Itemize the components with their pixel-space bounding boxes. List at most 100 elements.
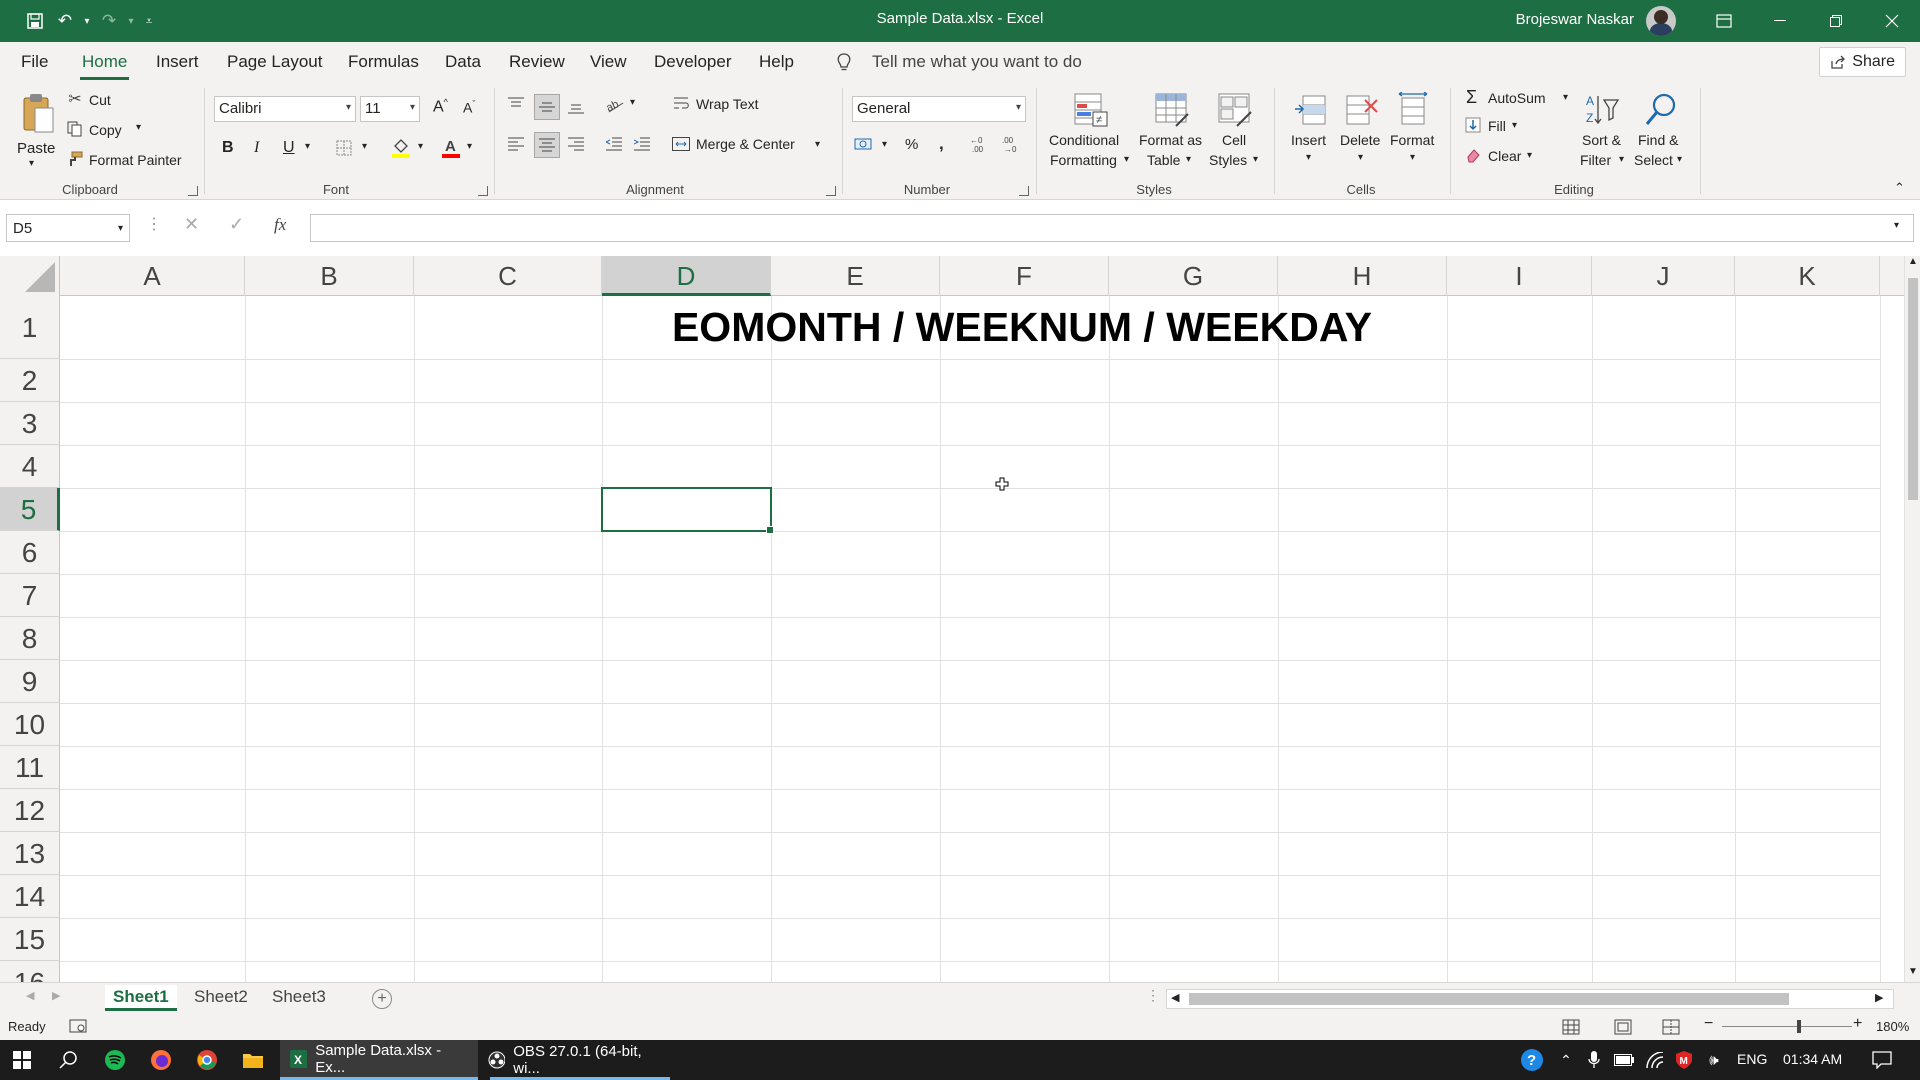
firefox-icon[interactable] bbox=[147, 1046, 175, 1074]
fill-color-icon[interactable] bbox=[390, 136, 412, 160]
zoom-level[interactable]: 180% bbox=[1876, 1019, 1909, 1034]
cut-icon[interactable]: ✂ bbox=[66, 90, 84, 108]
align-right-icon[interactable] bbox=[566, 134, 586, 154]
taskbar-obs-button[interactable]: OBS 27.0.1 (64-bit, wi... bbox=[478, 1040, 676, 1080]
delete-cells-label[interactable]: Delete bbox=[1340, 132, 1380, 148]
horizontal-scrollbar[interactable]: ◀ ▶ bbox=[1166, 989, 1894, 1009]
more-options-icon[interactable]: ⋮ bbox=[146, 214, 162, 234]
row-header-6[interactable]: 6 bbox=[0, 531, 60, 574]
vertical-scroll-thumb[interactable] bbox=[1908, 278, 1918, 500]
format-as-table-icon[interactable] bbox=[1152, 90, 1192, 130]
insert-function-icon[interactable]: fx bbox=[274, 215, 286, 235]
row-header-11[interactable]: 11 bbox=[0, 746, 60, 789]
font-color-dropdown-icon[interactable]: ▾ bbox=[467, 141, 472, 152]
orientation-dropdown-icon[interactable]: ▾ bbox=[630, 97, 635, 108]
wifi-icon[interactable] bbox=[1640, 1046, 1668, 1074]
share-button[interactable]: Share bbox=[1819, 47, 1906, 77]
format-as-table-dropdown-icon[interactable]: ▾ bbox=[1186, 154, 1191, 165]
column-header-j[interactable]: J bbox=[1592, 256, 1735, 296]
format-cells-label[interactable]: Format bbox=[1390, 132, 1434, 148]
column-header-h[interactable]: H bbox=[1278, 256, 1447, 296]
cell-styles-icon[interactable] bbox=[1215, 90, 1255, 130]
cell-d1-title[interactable]: EOMONTH / WEEKNUM / WEEKDAY bbox=[602, 304, 1442, 351]
restore-icon[interactable] bbox=[1808, 0, 1864, 42]
scroll-up-icon[interactable]: ▲ bbox=[1908, 256, 1918, 267]
number-launcher-icon[interactable] bbox=[1019, 186, 1029, 196]
system-clock[interactable]: 01:34 AM bbox=[1783, 1051, 1842, 1067]
confirm-entry-icon[interactable]: ✓ bbox=[229, 214, 244, 235]
font-size-combo[interactable]: 11 ▾ bbox=[360, 96, 420, 122]
prev-sheet-icon[interactable]: ◀ bbox=[26, 989, 34, 1002]
decrease-decimal-icon[interactable]: .00 →0 bbox=[1000, 134, 1026, 154]
insert-cells-dropdown-icon[interactable]: ▾ bbox=[1306, 152, 1311, 163]
merge-center-icon[interactable] bbox=[671, 134, 691, 154]
format-cells-icon[interactable] bbox=[1394, 90, 1432, 130]
paste-dropdown-icon[interactable]: ▾ bbox=[29, 158, 34, 169]
tell-me-search[interactable]: Tell me what you want to do bbox=[872, 52, 1082, 72]
column-header-d[interactable]: D bbox=[602, 256, 771, 296]
clear-icon[interactable] bbox=[1464, 146, 1482, 164]
row-header-4[interactable]: 4 bbox=[0, 445, 60, 488]
font-color-icon[interactable]: A bbox=[440, 136, 462, 160]
scroll-right-icon[interactable]: ▶ bbox=[1875, 991, 1883, 1004]
cut-label[interactable]: Cut bbox=[89, 92, 111, 108]
column-header-g[interactable]: G bbox=[1109, 256, 1278, 296]
active-cell-d5[interactable] bbox=[601, 487, 774, 534]
sort-filter-label-1[interactable]: Sort & bbox=[1582, 132, 1621, 148]
help-icon[interactable]: ? bbox=[1518, 1046, 1546, 1074]
underline-button[interactable]: U bbox=[283, 139, 295, 157]
clear-label[interactable]: Clear bbox=[1488, 148, 1521, 164]
notifications-icon[interactable] bbox=[1868, 1046, 1896, 1074]
align-left-icon[interactable] bbox=[506, 134, 526, 154]
tab-split-handle-icon[interactable]: ⋮ bbox=[1146, 987, 1160, 1004]
search-icon[interactable] bbox=[54, 1046, 82, 1074]
tab-home[interactable]: Home bbox=[79, 52, 130, 80]
tab-help[interactable]: Help bbox=[759, 52, 794, 72]
row-header-12[interactable]: 12 bbox=[0, 789, 60, 832]
show-hidden-icons-icon[interactable]: ⌃ bbox=[1552, 1046, 1580, 1074]
format-cells-dropdown-icon[interactable]: ▾ bbox=[1410, 152, 1415, 163]
borders-dropdown-icon[interactable]: ▾ bbox=[362, 141, 367, 152]
accounting-format-icon[interactable] bbox=[852, 134, 876, 154]
zoom-out-icon[interactable]: − bbox=[1704, 1015, 1713, 1033]
conditional-formatting-icon[interactable]: ≠ bbox=[1071, 90, 1111, 130]
clear-dropdown-icon[interactable]: ▾ bbox=[1527, 150, 1532, 161]
volume-icon[interactable]: 🕪 bbox=[1700, 1046, 1728, 1074]
tab-insert[interactable]: Insert bbox=[156, 52, 199, 72]
autosum-dropdown-icon[interactable]: ▾ bbox=[1563, 92, 1568, 103]
underline-dropdown-icon[interactable]: ▾ bbox=[305, 141, 310, 152]
tab-data[interactable]: Data bbox=[445, 52, 481, 72]
insert-cells-icon[interactable] bbox=[1291, 90, 1329, 130]
tab-formulas[interactable]: Formulas bbox=[348, 52, 419, 72]
input-language[interactable]: ENG bbox=[1737, 1051, 1767, 1067]
user-name[interactable]: Brojeswar Naskar bbox=[1516, 11, 1634, 28]
fill-icon[interactable] bbox=[1464, 116, 1482, 134]
delete-cells-dropdown-icon[interactable]: ▾ bbox=[1358, 152, 1363, 163]
font-launcher-icon[interactable] bbox=[478, 186, 488, 196]
sort-filter-dropdown-icon[interactable]: ▾ bbox=[1619, 154, 1624, 165]
row-header-13[interactable]: 13 bbox=[0, 832, 60, 875]
minimize-icon[interactable] bbox=[1752, 0, 1808, 42]
fill-color-dropdown-icon[interactable]: ▾ bbox=[418, 141, 423, 152]
column-header-e[interactable]: E bbox=[771, 256, 940, 296]
fill-dropdown-icon[interactable]: ▾ bbox=[1512, 120, 1517, 131]
row-header-8[interactable]: 8 bbox=[0, 617, 60, 660]
find-select-label-2[interactable]: Select bbox=[1634, 152, 1673, 168]
vertical-scrollbar[interactable]: ▲ ▼ bbox=[1904, 256, 1920, 986]
sheet-tab-sheet3[interactable]: Sheet3 bbox=[264, 985, 334, 1011]
row-header-15[interactable]: 15 bbox=[0, 918, 60, 961]
tab-view[interactable]: View bbox=[590, 52, 627, 72]
column-header-i[interactable]: I bbox=[1447, 256, 1592, 296]
tab-page-layout[interactable]: Page Layout bbox=[227, 52, 322, 72]
scroll-down-icon[interactable]: ▼ bbox=[1908, 966, 1918, 977]
page-break-preview-icon[interactable] bbox=[1660, 1017, 1682, 1037]
shrink-font-button[interactable]: Aˇ bbox=[463, 99, 475, 116]
bold-button[interactable]: B bbox=[222, 139, 234, 157]
sheet-tab-sheet2[interactable]: Sheet2 bbox=[186, 985, 256, 1011]
font-name-combo[interactable]: Calibri ▾ bbox=[214, 96, 356, 122]
format-as-table-label-2[interactable]: Table bbox=[1147, 152, 1180, 168]
clipboard-launcher-icon[interactable] bbox=[188, 186, 198, 196]
column-header-a[interactable]: A bbox=[60, 256, 245, 296]
cell-styles-label-2[interactable]: Styles bbox=[1209, 152, 1247, 168]
merge-center-dropdown-icon[interactable]: ▾ bbox=[815, 139, 820, 150]
